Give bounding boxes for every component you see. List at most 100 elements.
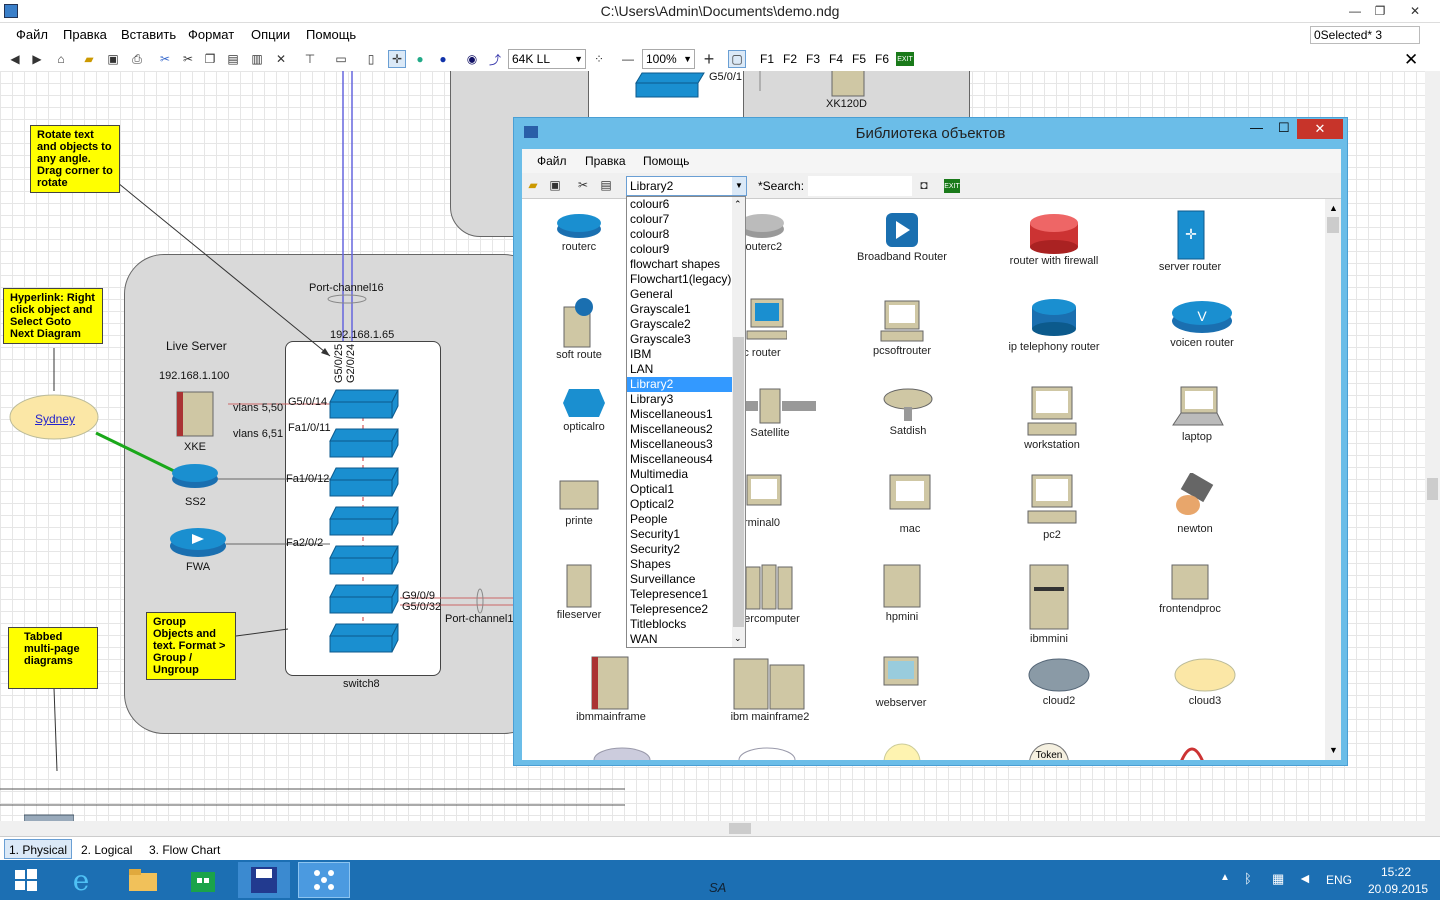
save-icon[interactable]: ▣ — [104, 50, 122, 68]
tray-expand-icon[interactable]: ▲ — [1220, 872, 1230, 883]
obj-opticalro[interactable]: opticalro — [544, 385, 624, 433]
dropdown-item[interactable]: colour8 — [627, 227, 745, 242]
network-app-icon[interactable] — [298, 862, 350, 898]
camera-icon[interactable]: ◘ — [915, 176, 933, 194]
obj-voicen-router[interactable]: Vvoicen router — [1137, 297, 1267, 349]
dropdown-item[interactable]: IBM — [627, 347, 745, 362]
dropdown-item[interactable]: People — [627, 512, 745, 527]
dropdown-item[interactable]: Multimedia — [627, 467, 745, 482]
line-style-icon[interactable]: ▭ — [330, 50, 352, 68]
arrow-style-icon[interactable]: ▯ — [362, 50, 380, 68]
switch-stack-icons[interactable] — [326, 386, 402, 656]
save-app-icon[interactable] — [238, 862, 290, 898]
switch-top-icon[interactable] — [632, 71, 708, 116]
obj-ibmmini[interactable]: ibmmini — [984, 563, 1114, 645]
link2-icon[interactable]: ● — [434, 50, 452, 68]
tab-logical[interactable]: 2. Logical — [76, 839, 138, 859]
dropdown-item[interactable]: General — [627, 287, 745, 302]
dropdown-item[interactable]: Optical2 — [627, 497, 745, 512]
forward-icon[interactable]: ▶ — [28, 50, 46, 68]
obj-server-router[interactable]: ✛ server router — [1125, 209, 1255, 273]
library-scroll-thumb[interactable] — [1327, 217, 1339, 233]
dropdown-item[interactable]: Surveillance — [627, 572, 745, 587]
obj-webserver[interactable]: webserver — [836, 655, 966, 709]
f5-button[interactable]: F5 — [852, 52, 866, 66]
dropdown-item[interactable]: Titleblocks — [627, 617, 745, 632]
library-maximize-icon[interactable]: ☐ — [1278, 120, 1290, 136]
obj-router-firewall[interactable]: router with firewall — [989, 209, 1119, 267]
router-icon[interactable] — [170, 461, 220, 491]
scroll-up-icon[interactable]: ▲ — [1329, 203, 1338, 213]
library-dropdown-list[interactable]: colour6 colour7 colour8 colour9 flowchar… — [626, 196, 746, 648]
tab-physical[interactable]: 1. Physical — [4, 839, 73, 859]
obj-satdish[interactable]: Satdish — [843, 385, 973, 437]
library-scrollbar[interactable]: ▲ ▼ — [1325, 199, 1341, 760]
dropdown-item[interactable]: Miscellaneous3 — [627, 437, 745, 452]
connector-icon[interactable]: ✛ — [388, 50, 406, 68]
horizontal-scroll-thumb[interactable] — [729, 823, 751, 834]
xk120d-icon[interactable] — [826, 71, 870, 98]
dropdown-item[interactable]: LAN — [627, 362, 745, 377]
cloud-link-sydney[interactable]: Sydney — [35, 412, 75, 426]
obj-frontendproc[interactable]: frontendproc — [1125, 563, 1255, 615]
obj-hpmini[interactable]: hpmini — [837, 563, 967, 623]
paste-special-icon[interactable]: ▥ — [248, 50, 266, 68]
dropdown-item[interactable]: Security1 — [627, 527, 745, 542]
note-rotate[interactable]: Rotate text and objects to any angle. Dr… — [30, 125, 120, 193]
clock-time[interactable]: 15:22 — [1381, 865, 1411, 879]
maximize-button[interactable]: ❐ — [1365, 0, 1395, 22]
vertical-scroll-thumb[interactable] — [1427, 478, 1438, 500]
dropdown-item[interactable]: Miscellaneous4 — [627, 452, 745, 467]
dropdown-scroll-thumb[interactable] — [733, 337, 744, 627]
horizontal-scrollbar[interactable] — [0, 821, 1440, 836]
link-icon[interactable]: ● — [411, 50, 429, 68]
zoom-out-icon[interactable]: — — [619, 50, 637, 68]
note-group[interactable]: Group Objects and text. Format > Group /… — [146, 612, 236, 680]
obj-soft-router[interactable]: soft route — [544, 297, 614, 361]
partial-arch-icon[interactable] — [1177, 742, 1207, 760]
copy-icon[interactable]: ❐ — [201, 50, 219, 68]
dropdown-item[interactable]: Miscellaneous1 — [627, 407, 745, 422]
partial-sun-icon[interactable] — [882, 742, 922, 760]
menu-format[interactable]: Формат — [188, 27, 234, 42]
dropdown-item[interactable]: WAN — [627, 632, 745, 647]
cut-icon[interactable]: ✂ — [179, 50, 197, 68]
obj-routerc[interactable]: routerc — [544, 209, 614, 253]
dropdown-item[interactable]: Grayscale2 — [627, 317, 745, 332]
library-cut-icon[interactable]: ✂ — [574, 176, 592, 194]
print-icon[interactable]: ⎙ — [128, 50, 146, 68]
line-speed-combo[interactable]: 64K LL ▼ — [508, 49, 586, 69]
obj-workstation[interactable]: workstation — [987, 385, 1117, 451]
exit-icon[interactable]: EXIT — [896, 52, 914, 66]
bluetooth-icon[interactable]: ᛒ — [1244, 871, 1252, 886]
library-minimize-icon[interactable]: — — [1250, 120, 1263, 135]
snap-icon[interactable]: ⁘ — [590, 50, 608, 68]
chevron-up-icon[interactable]: ⌃ — [734, 199, 742, 210]
windows-start-icon[interactable] — [0, 862, 52, 898]
menu-options[interactable]: Опции — [251, 27, 290, 42]
library-menu-edit[interactable]: Правка — [585, 154, 626, 168]
globe-icon[interactable]: ◉ — [463, 50, 481, 68]
dropdown-item[interactable]: Shapes — [627, 557, 745, 572]
dropdown-item[interactable]: flowchart shapes — [627, 257, 745, 272]
library-paste-icon[interactable]: ▤ — [597, 176, 615, 194]
library-close-button[interactable]: ✕ — [1297, 119, 1343, 139]
language-indicator[interactable]: ENG — [1326, 873, 1352, 887]
zoom-combo[interactable]: 100% ▼ — [642, 49, 695, 69]
library-menu-file[interactable]: Файл — [537, 154, 567, 168]
firewall-icon[interactable] — [168, 526, 228, 560]
network-icon[interactable]: ▦ — [1272, 871, 1284, 887]
obj-mac[interactable]: mac — [845, 473, 975, 535]
dropdown-item[interactable]: Telepresence1 — [627, 587, 745, 602]
f2-button[interactable]: F2 — [783, 52, 797, 66]
obj-newton[interactable]: newton — [1130, 473, 1260, 535]
vertical-scrollbar[interactable] — [1425, 71, 1440, 821]
paste-icon[interactable]: ▤ — [224, 50, 242, 68]
library-search-input[interactable] — [808, 176, 912, 196]
f6-button[interactable]: F6 — [875, 52, 889, 66]
zoom-in-icon[interactable]: + — [700, 49, 718, 69]
dropdown-item[interactable]: Security2 — [627, 542, 745, 557]
store-icon[interactable] — [177, 862, 229, 898]
open-icon[interactable]: ▰ — [80, 50, 98, 68]
fit-page-icon[interactable]: ▢ — [728, 50, 746, 68]
